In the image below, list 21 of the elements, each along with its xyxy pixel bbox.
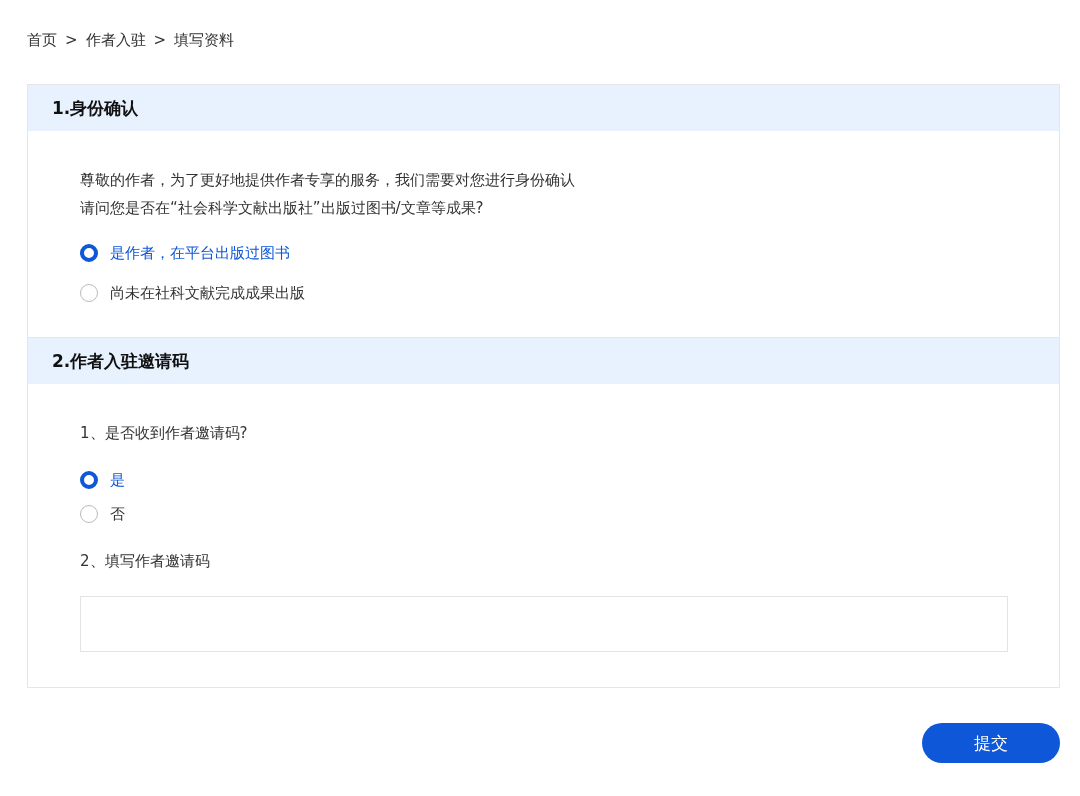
- radio-button[interactable]: [80, 284, 98, 302]
- intro-text: 尊敬的作者，为了更好地提供作者专享的服务，我们需要对您进行身份确认: [80, 170, 576, 191]
- breadcrumb-link[interactable]: 首页: [27, 30, 57, 50]
- radio-button[interactable]: [80, 505, 98, 523]
- input-field[interactable]: [80, 596, 1008, 652]
- radio-label[interactable]: 是作者，在平台出版过图书: [110, 243, 290, 263]
- breadcrumb-separator: >: [153, 31, 167, 49]
- radio-label[interactable]: 是: [110, 470, 125, 490]
- submit-button[interactable]: 提交: [922, 723, 1060, 763]
- radio-button[interactable]: [80, 471, 98, 489]
- question-text: 1、是否收到作者邀请码?: [80, 423, 249, 444]
- section-title: 1.身份确认: [52, 96, 139, 120]
- section-title: 2.作者入驻邀请码: [52, 349, 190, 373]
- breadcrumb-separator: >: [65, 31, 78, 49]
- radio-label[interactable]: 否: [110, 504, 125, 524]
- radio-label[interactable]: 尚未在社科文献完成成果出版: [110, 283, 305, 303]
- question-text: 2、填写作者邀请码: [80, 551, 211, 572]
- breadcrumb-link[interactable]: 填写资料: [174, 30, 235, 50]
- intro-text: 请问您是否在“社会科学文献出版社”出版过图书/文章等成果?: [80, 198, 485, 219]
- breadcrumb-link[interactable]: 作者入驻: [85, 30, 146, 50]
- radio-button[interactable]: [80, 244, 98, 262]
